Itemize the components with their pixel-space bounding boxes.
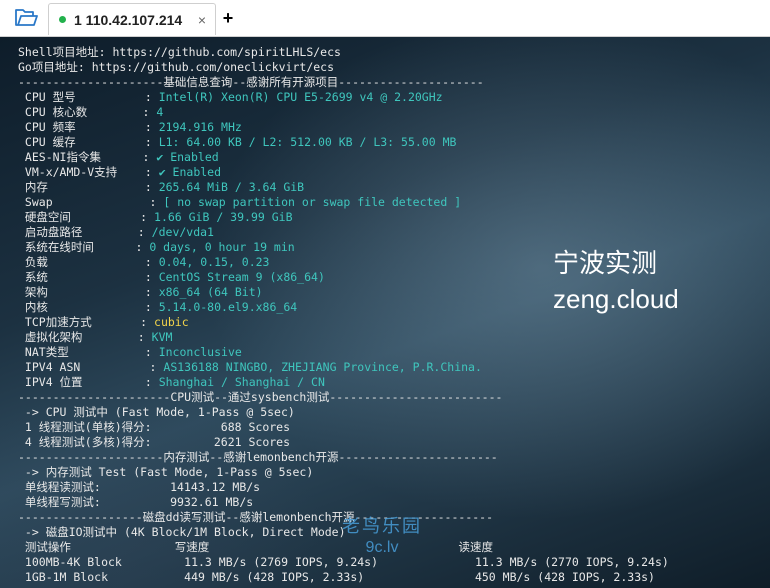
terminal-text: 265.64 MiB / 3.64 GiB — [158, 180, 305, 194]
terminal-text: AES-NI指令集 : — [18, 150, 157, 164]
terminal-text: 4 线程测试(多核)得分: 2621 Scores — [18, 435, 291, 449]
tab-title: 1 110.42.107.214 — [74, 11, 183, 28]
terminal-line: ----------------------CPU测试--通过sysbench测… — [18, 390, 669, 405]
terminal-text: TCP加速方式 : — [18, 315, 155, 329]
terminal-text: ---------------------内存测试--感谢lemonbench开… — [18, 450, 498, 464]
terminal-text: ----------------------CPU测试--通过sysbench测… — [18, 390, 503, 404]
terminal-text: x86_64 (64 Bit) — [158, 285, 263, 299]
terminal-line: -> 内存测试 Test (Fast Mode, 1-Pass @ 5sec) — [18, 465, 669, 480]
terminal-line: TCP加速方式 : cubic — [18, 315, 669, 330]
terminal-text: 1 线程测试(单核)得分: 688 Scores — [18, 420, 291, 434]
terminal-line: Shell项目地址: https://github.com/spiritLHLS… — [18, 45, 669, 60]
terminal-text: L1: 64.00 KB / L2: 512.00 KB / L3: 55.00… — [158, 135, 457, 149]
terminal-line: 虚拟化架构 : KVM — [18, 330, 669, 345]
terminal-text: IPV4 ASN : — [18, 360, 164, 374]
terminal-text: -> CPU 测试中 (Fast Mode, 1-Pass @ 5sec) — [18, 405, 295, 419]
terminal-line: NAT类型 : Inconclusive — [18, 345, 669, 360]
terminal-text: KVM — [151, 330, 173, 344]
terminal-line: CPU 缓存 : L1: 64.00 KB / L2: 512.00 KB / … — [18, 135, 669, 150]
terminal-text: Inconclusive — [158, 345, 242, 359]
terminal-text: NAT类型 : — [18, 345, 159, 359]
terminal-text: 单线程读测试: 14143.12 MB/s — [18, 480, 261, 494]
terminal-text: Shanghai / Shanghai / CN — [158, 375, 325, 389]
watermark-line-2: 9c.lv — [365, 539, 399, 556]
terminal-text: 单线程写测试: 9932.61 MB/s — [18, 495, 254, 509]
terminal-line: 1GB-1M Block 449 MB/s (428 IOPS, 2.33s) … — [18, 570, 669, 585]
terminal-text: Go项目地址: https://github.com/oneclickvirt/… — [18, 60, 335, 74]
terminal-text: 启动盘路径 : — [18, 225, 152, 239]
terminal-text: /dev/vda1 — [151, 225, 214, 239]
terminal-text: 内核 : — [18, 300, 159, 314]
terminal-text: 5.14.0-80.el9.x86_64 — [158, 300, 298, 314]
terminal-line: ---------------------内存测试--感谢lemonbench开… — [18, 450, 669, 465]
terminal-text: Swap : — [18, 195, 164, 209]
terminal-line: 单线程读测试: 14143.12 MB/s — [18, 480, 669, 495]
terminal-output[interactable]: Shell项目地址: https://github.com/spiritLHLS… — [0, 37, 770, 588]
terminal-text: CPU 核心数 : — [18, 105, 157, 119]
terminal-text: 内存 : — [18, 180, 159, 194]
terminal-text: Shell项目地址: https://github.com/spiritLHLS… — [18, 45, 341, 59]
terminal-text: 0 days, 0 hour 19 min — [149, 240, 295, 254]
terminal-line: Swap : [ no swap partition or swap file … — [18, 195, 669, 210]
terminal-line: Go项目地址: https://github.com/oneclickvirt/… — [18, 60, 669, 75]
terminal-line: IPV4 位置 : Shanghai / Shanghai / CN — [18, 375, 669, 390]
terminal-line: CPU 型号 : Intel(R) Xeon(R) CPU E5-2699 v4… — [18, 90, 669, 105]
terminal-line: 单线程写测试: 9932.61 MB/s — [18, 495, 669, 510]
terminal-line: 4 线程测试(多核)得分: 2621 Scores — [18, 435, 669, 450]
new-tab-button[interactable]: + — [218, 6, 238, 30]
terminal-text: VM-x/AMD-V支持 : — [18, 165, 159, 179]
terminal-line: -> CPU 测试中 (Fast Mode, 1-Pass @ 5sec) — [18, 405, 669, 420]
terminal-text: 4 — [156, 105, 164, 119]
tab-bar: 1 110.42.107.214 × + — [0, 0, 770, 37]
terminal-text: CentOS Stream 9 (x86_64) — [158, 270, 325, 284]
terminal-text: CPU 频率 : — [18, 120, 159, 134]
watermark-line-1: 老鸟乐园 — [342, 516, 422, 536]
terminal-text: 硬盘空间 : — [18, 210, 155, 224]
terminal-text: -> 内存测试 Test (Fast Mode, 1-Pass @ 5sec) — [18, 465, 314, 479]
connected-status-dot — [59, 16, 66, 23]
terminal-line: VM-x/AMD-V支持 : ✔ Enabled — [18, 165, 669, 180]
terminal-line: 硬盘空间 : 1.66 GiB / 39.99 GiB — [18, 210, 669, 225]
terminal-text: CPU 缓存 : — [18, 135, 159, 149]
terminal-text: ---------------------基础信息查询--感谢所有开源项目---… — [18, 75, 484, 89]
terminal-text: 负载 : — [18, 255, 159, 269]
terminal-text: AS136188 NINGBO, ZHEJIANG Province, P.R.… — [163, 360, 482, 374]
terminal-text: CPU 型号 : — [18, 90, 159, 104]
terminal-line: AES-NI指令集 : ✔ Enabled — [18, 150, 669, 165]
terminal-text: -> 磁盘IO测试中 (4K Block/1M Block, Direct Mo… — [18, 525, 346, 539]
terminal-text: 虚拟化架构 : — [18, 330, 152, 344]
watermark: 老鸟乐园 9c.lv — [342, 515, 422, 559]
terminal-text: 1.66 GiB / 39.99 GiB — [154, 210, 293, 224]
terminal-text: Intel(R) Xeon(R) CPU E5-2699 v4 @ 2.20GH… — [158, 90, 443, 104]
terminal-text: 2194.916 MHz — [158, 120, 242, 134]
folder-icon[interactable] — [6, 4, 46, 32]
overlay-caption: 宁波实测 zeng.cloud — [553, 245, 679, 317]
terminal-text: 1GB-1M Block 449 MB/s (428 IOPS, 2.33s) … — [18, 570, 655, 584]
terminal-line: 启动盘路径 : /dev/vda1 — [18, 225, 669, 240]
terminal-line: CPU 核心数 : 4 — [18, 105, 669, 120]
terminal-text: 架构 : — [18, 285, 159, 299]
terminal-text: [ no swap partition or swap file detecte… — [163, 195, 462, 209]
close-tab-icon[interactable]: × — [193, 12, 211, 28]
terminal-text: 0.04, 0.15, 0.23 — [158, 255, 270, 269]
terminal-line: 1 线程测试(单核)得分: 688 Scores — [18, 420, 669, 435]
terminal-line: IPV4 ASN : AS136188 NINGBO, ZHEJIANG Pro… — [18, 360, 669, 375]
terminal-text: cubic — [154, 315, 189, 329]
overlay-caption-line-1: 宁波实测 — [553, 248, 658, 278]
terminal-line: 内存 : 265.64 MiB / 3.64 GiB — [18, 180, 669, 195]
terminal-line: ---------------------基础信息查询--感谢所有开源项目---… — [18, 75, 669, 90]
terminal-text: ✔ Enabled — [156, 150, 219, 164]
terminal-text: ✔ Enabled — [158, 165, 222, 179]
terminal-line: CPU 频率 : 2194.916 MHz — [18, 120, 669, 135]
terminal-text: 系统 : — [18, 270, 159, 284]
session-tab[interactable]: 1 110.42.107.214 × — [48, 3, 216, 35]
terminal-text: IPV4 位置 : — [18, 375, 159, 389]
terminal-text: 系统在线时间 : — [18, 240, 150, 254]
overlay-caption-line-2: zeng.cloud — [553, 284, 679, 314]
